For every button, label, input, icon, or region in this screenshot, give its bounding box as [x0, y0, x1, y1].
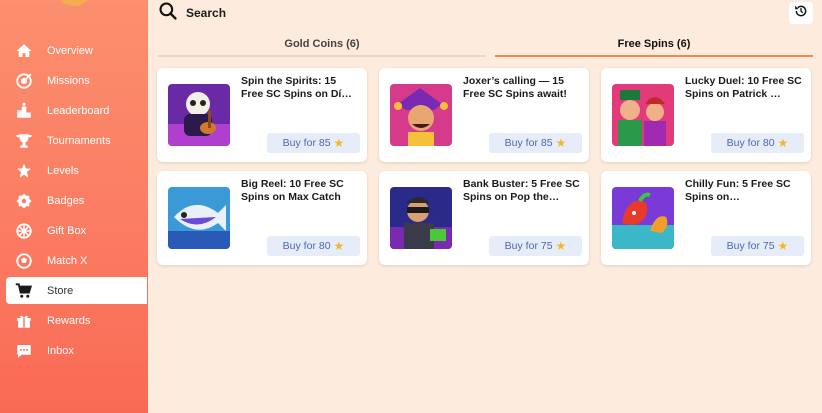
- buy-label: Buy for 75: [726, 240, 775, 252]
- star-icon: ★: [555, 136, 567, 150]
- sidebar-item-overview[interactable]: Overview: [6, 37, 147, 64]
- wheel-icon: [14, 221, 34, 241]
- buy-label: Buy for 85: [282, 137, 331, 149]
- ball-icon: [14, 251, 34, 271]
- buy-button[interactable]: Buy for 75 ★: [489, 236, 582, 256]
- offer-title: Chilly Fun: 5 Free SC Spins on…: [685, 178, 791, 203]
- buy-label: Buy for 85: [504, 137, 553, 149]
- sidebar-item-label: Missions: [47, 74, 90, 87]
- buy-button[interactable]: Buy for 85 ★: [489, 133, 582, 153]
- sidebar-item-label: Tournaments: [47, 134, 111, 147]
- star-icon: ★: [555, 239, 567, 253]
- offer-card: Spin the Spirits: 15 Free SC Spins on Dí…: [157, 68, 367, 162]
- cart-icon: [14, 281, 34, 301]
- search-icon: [158, 1, 178, 26]
- offer-card: Big Reel: 10 Free SC Spins on Max Catch …: [157, 171, 367, 265]
- buy-button[interactable]: Buy for 80 ★: [267, 236, 360, 256]
- history-button[interactable]: [789, 2, 813, 24]
- offer-card: Chilly Fun: 5 Free SC Spins on… Buy for …: [601, 171, 811, 265]
- sidebar-item-levels[interactable]: Levels: [6, 157, 147, 184]
- podium-icon: [14, 101, 34, 121]
- sidebar-item-label: Levels: [47, 164, 79, 177]
- offer-title: Spin the Spirits: 15 Free SC Spins on Dí…: [241, 75, 352, 100]
- sidebar-item-missions[interactable]: Missions: [6, 67, 147, 94]
- buy-button[interactable]: Buy for 80 ★: [711, 133, 804, 153]
- offer-title: Joxer’s calling — 15 Free SC Spins await…: [463, 75, 567, 100]
- offer-card: Joxer’s calling — 15 Free SC Spins await…: [379, 68, 589, 162]
- leprechaun-duo-art: [612, 84, 674, 146]
- trophy-icon: [14, 131, 34, 151]
- offer-card: Bank Buster: 5 Free SC Spins on Pop the……: [379, 171, 589, 265]
- offer-title: Lucky Duel: 10 Free SC Spins on Patrick …: [685, 75, 802, 100]
- star-icon: ★: [777, 239, 789, 253]
- sidebar-item-leaderboard[interactable]: Leaderboard: [6, 97, 147, 124]
- offer-title: Big Reel: 10 Free SC Spins on Max Catch: [241, 178, 344, 203]
- fish-art: [168, 187, 230, 249]
- star-icon: ★: [777, 136, 789, 150]
- chili-art: [612, 187, 674, 249]
- search-bar[interactable]: Search: [158, 1, 227, 26]
- sidebar-item-match-x[interactable]: Match X: [6, 247, 147, 274]
- tab-gold-coins[interactable]: Gold Coins (6): [158, 38, 486, 57]
- sidebar-item-label: Match X: [47, 254, 88, 267]
- chat-icon: [14, 341, 34, 361]
- sidebar-item-label: Leaderboard: [47, 104, 110, 117]
- sidebar-item-gift-box[interactable]: Gift Box: [6, 217, 147, 244]
- offer-title: Bank Buster: 5 Free SC Spins on Pop the…: [463, 178, 580, 203]
- sidebar-item-tournaments[interactable]: Tournaments: [6, 127, 147, 154]
- history-icon: [794, 4, 808, 23]
- target-icon: [14, 71, 34, 91]
- tab-free-spins[interactable]: Free Spins (6): [495, 38, 813, 57]
- buy-label: Buy for 80: [726, 137, 775, 149]
- sidebar-item-label: Gift Box: [47, 224, 87, 237]
- sidebar-item-rewards[interactable]: Rewards: [6, 307, 147, 334]
- jester-art: [390, 84, 452, 146]
- sidebar-item-badges[interactable]: Badges: [6, 187, 147, 214]
- badge-icon: [14, 191, 34, 211]
- sidebar-item-label: Inbox: [47, 344, 74, 357]
- star-burst-icon: [14, 161, 34, 181]
- sidebar-item-label: Overview: [47, 44, 93, 57]
- buy-label: Buy for 75: [504, 240, 553, 252]
- sidebar-item-inbox[interactable]: Inbox: [6, 337, 147, 364]
- sidebar: Overview Missions Leaderboard Tournament…: [0, 0, 148, 413]
- logo[interactable]: [54, 0, 94, 6]
- gift-icon: [14, 311, 34, 331]
- star-icon: ★: [333, 239, 345, 253]
- buy-button[interactable]: Buy for 75 ★: [711, 236, 804, 256]
- offer-card: Lucky Duel: 10 Free SC Spins on Patrick …: [601, 68, 811, 162]
- sidebar-item-label: Badges: [47, 194, 85, 207]
- buy-button[interactable]: Buy for 85 ★: [267, 133, 360, 153]
- star-icon: ★: [333, 136, 345, 150]
- buy-label: Buy for 80: [282, 240, 331, 252]
- search-label: Search: [186, 6, 227, 20]
- sidebar-item-label: Rewards: [47, 314, 91, 327]
- sidebar-item-label: Store: [47, 284, 74, 297]
- skeleton-guitarist-art: [168, 84, 230, 146]
- home-icon: [14, 41, 34, 61]
- sidebar-item-store[interactable]: Store: [6, 277, 147, 304]
- robber-art: [390, 187, 452, 249]
